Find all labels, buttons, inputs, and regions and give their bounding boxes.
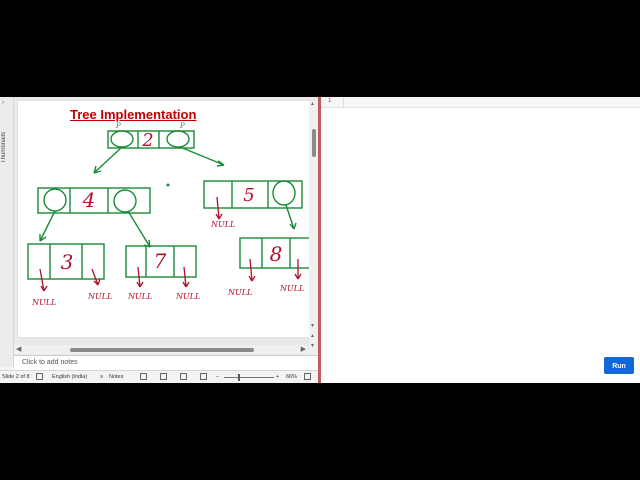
zoom-slider-knob[interactable]	[238, 374, 240, 381]
node-4-right-pointer	[113, 189, 137, 213]
slide-sorter-icon[interactable]	[160, 373, 167, 380]
tree-drawing: 2 4 5 3 7 8 P P NULL NULL NULL NULL NULL…	[27, 122, 310, 307]
scroll-up-icon[interactable]: ▲	[310, 101, 315, 107]
root-right-pointer	[166, 130, 190, 148]
null-label: NULL	[31, 298, 56, 307]
horizontal-scroll-thumb[interactable]	[70, 348, 254, 352]
status-bar: Slide 2 of 8 English (India) ≡ Notes − +…	[0, 370, 318, 383]
root-left-arrow	[93, 146, 123, 174]
thumbnails-rail[interactable]: › Thumbnails	[0, 97, 14, 367]
notes-icon[interactable]: ≡	[100, 374, 103, 380]
null-label: NULL	[175, 292, 200, 301]
slide[interactable]: Tree Implementation 2 4 5 3 7 8 P P NULL…	[18, 101, 310, 337]
slide-counter: Slide 2 of 8	[2, 374, 30, 380]
editor-gutter-header: 1	[321, 97, 640, 108]
null-label: NULL	[210, 220, 235, 229]
node-4-left-pointer	[43, 188, 67, 212]
zoom-out-icon[interactable]: −	[216, 374, 219, 380]
notes-pane[interactable]: Click to add notes	[14, 355, 318, 371]
node-3-value: 3	[61, 250, 74, 274]
vertical-scrollbar[interactable]: ▲ ▼ ▲ ▼	[309, 101, 318, 355]
node-4-value: 4	[82, 188, 96, 212]
null-label: NULL	[279, 284, 304, 293]
chevron-right-icon[interactable]: ›	[2, 100, 4, 106]
zoom-in-icon[interactable]: +	[276, 374, 279, 380]
null-label: NULL	[227, 288, 252, 297]
slide-canvas: Tree Implementation 2 4 5 3 7 8 P P NULL…	[14, 97, 318, 355]
scroll-thumb[interactable]	[312, 129, 316, 157]
pointer-mark: P	[179, 122, 185, 130]
scroll-down-icon[interactable]: ▼	[310, 323, 315, 329]
next-slide-icon[interactable]: ▼	[310, 343, 315, 349]
screen: › Thumbnails Tree Implementation 2 4 5 3…	[0, 97, 640, 383]
language-indicator[interactable]: English (India)	[52, 374, 87, 380]
root-right-arrow	[179, 146, 225, 166]
thumbnails-label: Thumbnails	[1, 131, 7, 163]
zoom-slider[interactable]	[224, 377, 274, 378]
node-8-value: 8	[270, 242, 283, 266]
line-number-gutter: 1	[323, 97, 344, 107]
slideshow-icon[interactable]	[200, 373, 207, 380]
fit-to-window-icon[interactable]	[304, 373, 311, 380]
node-4-left-arrow	[39, 210, 56, 242]
null-label: NULL	[127, 292, 152, 301]
root-value: 2	[141, 130, 153, 151]
pointer-mark: P	[115, 122, 121, 130]
zoom-level[interactable]: 66%	[286, 374, 297, 380]
scroll-left-icon[interactable]: ◀	[16, 345, 21, 354]
node-5-right-pointer	[272, 180, 296, 206]
node-7-value: 7	[154, 249, 167, 273]
reading-view-icon[interactable]	[180, 373, 187, 380]
null-label: NULL	[87, 292, 112, 301]
root-left-pointer	[110, 130, 134, 148]
accessibility-icon[interactable]	[36, 373, 43, 380]
horizontal-scrollbar[interactable]: ◀ ▶	[14, 345, 308, 354]
node-5-value: 5	[243, 185, 254, 206]
node-4-right-arrow	[127, 210, 151, 248]
notes-toggle[interactable]: Notes	[109, 374, 123, 380]
notes-placeholder[interactable]: Click to add notes	[22, 359, 78, 366]
previous-slide-icon[interactable]: ▲	[310, 333, 315, 339]
code-editor-panel: 1 Run	[321, 97, 640, 383]
powerpoint-window: › Thumbnails Tree Implementation 2 4 5 3…	[0, 97, 318, 383]
run-button[interactable]: Run	[604, 357, 634, 374]
scroll-right-icon[interactable]: ▶	[301, 345, 306, 354]
normal-view-icon[interactable]	[140, 373, 147, 380]
line-number: 1	[328, 98, 332, 104]
